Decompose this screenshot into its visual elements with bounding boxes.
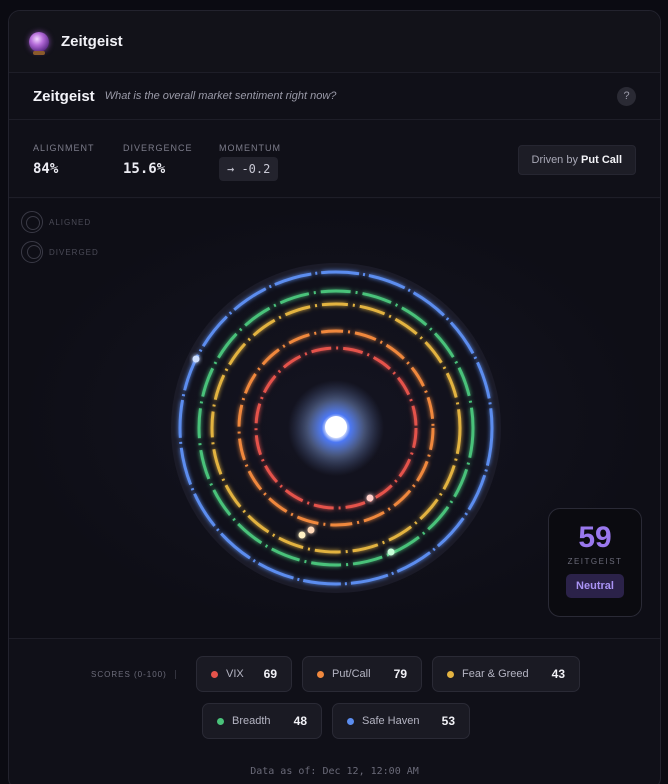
zeitgeist-score-card: 59 ZEITGEIST Neutral xyxy=(548,508,642,617)
momentum-value: → -0.2 xyxy=(219,157,279,181)
divergence-value: 15.6% xyxy=(123,161,166,177)
put-call-dot xyxy=(317,670,324,678)
chip-name-breadth: Breadth xyxy=(232,715,271,727)
scores-panel: SCORES (0-100) VIX 69 Put/Call 79 Fear &… xyxy=(9,638,660,784)
help-button[interactable]: ? xyxy=(617,87,636,106)
chip-name-safe-haven: Safe Haven xyxy=(362,715,420,727)
chip-name-vix: VIX xyxy=(226,668,244,680)
alignment-value: 84% xyxy=(33,161,59,177)
crystal-ball-icon xyxy=(29,31,49,55)
momentum-metric: MOMENTUM → -0.2 xyxy=(219,143,281,181)
chip-value-fear-greed: 43 xyxy=(551,667,565,681)
zeitgeist-score-label: ZEITGEIST xyxy=(567,557,623,566)
fear-greed-dot xyxy=(447,670,454,678)
momentum-label: MOMENTUM xyxy=(219,143,281,153)
safe-haven-dot xyxy=(347,717,354,725)
driven-by-badge: Driven by Put Call xyxy=(517,145,636,175)
fear-greed-marker xyxy=(298,531,306,539)
chip-value-breadth: 48 xyxy=(293,714,307,728)
alignment-metric: ALIGNMENT 84% xyxy=(33,143,95,177)
vix-dot xyxy=(211,670,218,678)
divergence-metric: DIVERGENCE 15.6% xyxy=(123,143,193,177)
scores-label: SCORES (0-100) xyxy=(91,670,176,679)
chip-name-put-call: Put/Call xyxy=(332,668,371,680)
driven-by-value: Put Call xyxy=(581,154,622,166)
sentiment-core-center xyxy=(325,416,347,438)
app-title: Zeitgeist xyxy=(61,33,123,50)
divergence-label: DIVERGENCE xyxy=(123,143,193,153)
breadth-marker xyxy=(387,548,395,556)
data-timestamp: Data as of: Dec 12, 12:00 AM xyxy=(250,766,419,777)
score-chip-fear-greed[interactable]: Fear & Greed 43 xyxy=(432,656,580,692)
driven-by-prefix: Driven by xyxy=(531,154,578,166)
chip-value-safe-haven: 53 xyxy=(441,714,455,728)
widget-title-bar: Zeitgeist What is the overall market sen… xyxy=(9,73,660,120)
sentiment-orbit-visualization: ALIGNED DIVERGED 59 ZEITGEIST Neutral xyxy=(9,199,660,638)
zeitgeist-score: 59 xyxy=(578,521,612,554)
safe-haven-marker xyxy=(192,355,200,363)
chip-value-vix: 69 xyxy=(263,667,277,681)
widget-title: Zeitgeist xyxy=(33,87,95,105)
score-chip-put-call[interactable]: Put/Call 79 xyxy=(302,656,422,692)
score-chip-breadth[interactable]: Breadth 48 xyxy=(202,703,322,739)
alignment-label: ALIGNMENT xyxy=(33,143,95,153)
score-chip-safe-haven[interactable]: Safe Haven 53 xyxy=(332,703,470,739)
metrics-bar: ALIGNMENT 84% DIVERGENCE 15.6% MOMENTUM … xyxy=(9,121,660,198)
sentiment-state-badge: Neutral xyxy=(566,574,624,598)
score-chip-vix[interactable]: VIX 69 xyxy=(196,656,292,692)
zeitgeist-window: Zeitgeist Zeitgeist What is the overall … xyxy=(8,10,661,784)
vix-marker xyxy=(366,494,374,502)
widget-question: What is the overall market sentiment rig… xyxy=(104,90,337,102)
put-call-marker xyxy=(307,526,315,534)
chip-name-fear-greed: Fear & Greed xyxy=(462,668,529,680)
app-header: Zeitgeist xyxy=(9,11,660,73)
chip-value-put-call: 79 xyxy=(393,667,407,681)
breadth-dot xyxy=(217,717,224,725)
